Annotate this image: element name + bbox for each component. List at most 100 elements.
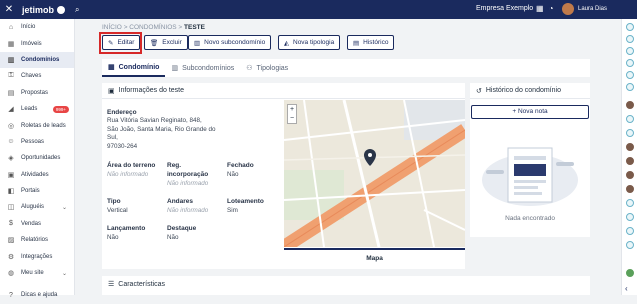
breadcrumb-section[interactable]: CONDOMÍNIOS xyxy=(129,24,176,31)
zoom-control: + − xyxy=(287,104,297,124)
address-label: Endereço xyxy=(107,109,137,116)
chevron-down-icon[interactable]: ⌄ xyxy=(62,270,67,277)
rail-contact-icon[interactable] xyxy=(626,35,634,43)
tab-tipologias[interactable]: ⚇ Tipologias xyxy=(240,59,294,77)
new-note-button[interactable]: + Nova nota xyxy=(471,105,589,119)
sidebar-item[interactable]: ? Dicas e ajuda xyxy=(0,287,74,303)
sidebar-item[interactable]: $ Vendas xyxy=(0,216,74,232)
rail-contact-icon[interactable] xyxy=(626,47,634,55)
breadcrumb-home[interactable]: INÍCIO xyxy=(102,24,122,31)
rail-contact-icon[interactable] xyxy=(626,213,634,221)
chart-icon: ▨ xyxy=(7,237,15,245)
sidebar-item[interactable]: ◎ Roletas de leads xyxy=(0,117,74,133)
history-card-title: Histórico do condomínio xyxy=(485,87,561,94)
grid-apps-icon[interactable]: ▦ xyxy=(536,4,544,13)
delete-button[interactable]: 🗑 Excluir xyxy=(144,35,188,50)
sidebar-item[interactable]: ▦ Imóveis xyxy=(0,35,74,51)
rail-avatar[interactable] xyxy=(626,157,634,165)
rail-contact-icon[interactable] xyxy=(626,227,634,235)
sidebar-item[interactable]: ◢ Leads 999+ xyxy=(0,101,74,117)
logo-text: jetimob xyxy=(22,4,55,15)
sidebar-item[interactable]: ◫ Aluguéis ⌄ xyxy=(0,199,74,215)
right-rail: ‹ xyxy=(621,19,637,295)
sidebar-item[interactable]: ▣ Atividades xyxy=(0,167,74,183)
type-label: Tipo xyxy=(107,198,121,205)
address-line: 97030-264 xyxy=(107,142,138,150)
map-canvas xyxy=(284,100,465,247)
calendar-icon: ▣ xyxy=(7,171,15,179)
features-card: ☰ Características xyxy=(102,276,590,295)
address-line: Sul, xyxy=(107,134,118,141)
reg-label: Reg. xyxy=(167,162,182,169)
rent-icon: ◫ xyxy=(7,204,15,212)
rail-contact-icon[interactable] xyxy=(626,199,634,207)
logo[interactable]: jetimob xyxy=(22,4,66,15)
key-icon: ⚿ xyxy=(8,72,14,80)
company-selector[interactable]: Empresa Exemplo xyxy=(476,5,533,12)
breadcrumb-separator: > xyxy=(178,24,183,31)
building-plus-icon: ▥ xyxy=(194,39,201,47)
sidebar-item[interactable]: ⚙ Integrações xyxy=(0,248,74,264)
map-tab[interactable]: Mapa xyxy=(284,248,465,268)
rail-contact-icon[interactable] xyxy=(626,129,634,137)
tab-bar: ▦ Condomínio ▥ Subcondomínios ⚇ Tipologias xyxy=(102,59,590,77)
breadcrumb-separator: > xyxy=(123,24,128,31)
search-icon[interactable]: ⌕ xyxy=(75,5,79,15)
rail-avatar[interactable] xyxy=(626,185,634,193)
highlight-box xyxy=(99,32,142,54)
rail-contact-icon[interactable] xyxy=(626,59,634,67)
new-typology-button[interactable]: ◭ Nova tipologia xyxy=(278,35,341,50)
info-card-title: Informações do teste xyxy=(118,87,184,94)
sidebar-item[interactable]: ▨ Relatórios xyxy=(0,232,74,248)
rail-avatar[interactable] xyxy=(626,101,634,109)
sidebar-item-label: Roletas de leads xyxy=(21,122,66,129)
sidebar: ⌂ Início ▦ Imóveis ▥ Condomínios ⚿ Chaves ▤ Propo… xyxy=(0,19,75,299)
delete-button-label: Excluir xyxy=(162,39,182,46)
building-icon: ▦ xyxy=(108,64,115,71)
sidebar-item[interactable]: ◍ Meu site ⌄ xyxy=(0,265,74,281)
sidebar-item-label: Início xyxy=(21,24,36,31)
count-badge: 999+ xyxy=(52,105,69,113)
sidebar-item[interactable]: ◧ Portais xyxy=(0,183,74,199)
sidebar-item-label: Aluguéis xyxy=(21,204,45,211)
tab-label: Condomínio xyxy=(118,63,160,71)
sidebar-item-label: Oportunidades xyxy=(21,155,61,162)
tab-condominio[interactable]: ▦ Condomínio xyxy=(102,59,166,77)
sidebar-item[interactable]: ▥ Condomínios xyxy=(0,51,74,69)
chevron-down-icon[interactable]: ⌄ xyxy=(62,204,67,211)
tab-subcondominios[interactable]: ▥ Subcondomínios xyxy=(165,59,240,77)
map-view[interactable] xyxy=(284,100,465,247)
type-value: Vertical xyxy=(107,207,128,214)
sidebar-item[interactable]: ▤ Propostas xyxy=(0,85,74,101)
collapse-rail-icon[interactable]: ‹ xyxy=(625,284,628,293)
features-card-header: ☰ Características xyxy=(102,276,590,292)
buildings-icon: ▥ xyxy=(171,65,179,72)
rail-avatar[interactable] xyxy=(626,171,634,179)
rail-chat-icon[interactable] xyxy=(626,269,634,277)
address-value: Rua Vitória Savian Reginato, 848, São Jo… xyxy=(107,117,227,151)
breadcrumb: INÍCIO > CONDOMÍNIOS > TESTE xyxy=(102,24,205,31)
sidebar-item[interactable]: ⌂ Início xyxy=(0,19,74,35)
sidebar-item[interactable]: ⚿ Chaves xyxy=(0,68,74,84)
building-icon: ▦ xyxy=(7,40,15,48)
new-subcondo-button[interactable]: ▥ Novo subcondomínio xyxy=(188,35,272,50)
rail-contact-icon[interactable] xyxy=(626,83,634,91)
rail-contact-icon[interactable] xyxy=(626,115,634,123)
roulette-icon: ◎ xyxy=(7,122,15,130)
close-menu-icon[interactable]: ✕ xyxy=(0,4,18,15)
zoom-in-button[interactable]: + xyxy=(288,105,296,114)
rail-contact-icon[interactable] xyxy=(626,241,634,249)
history-icon: ▤ xyxy=(353,39,360,47)
user-avatar[interactable] xyxy=(562,3,574,15)
user-name[interactable]: Laura Dias xyxy=(578,6,607,12)
new-subcondo-label: Novo subcondomínio xyxy=(204,39,266,46)
zoom-out-button[interactable]: − xyxy=(288,114,296,123)
rail-contact-icon[interactable] xyxy=(626,23,634,31)
bell-icon[interactable]: ◔ xyxy=(549,4,554,13)
sidebar-item[interactable]: ☺ Pessoas xyxy=(0,134,74,150)
rail-contact-icon[interactable] xyxy=(626,71,634,79)
history-button[interactable]: ▤ Histórico xyxy=(347,35,395,50)
rail-avatar[interactable] xyxy=(626,143,634,151)
sidebar-item[interactable]: ◈ Oportunidades xyxy=(0,150,74,166)
tab-label: Subcondomínios xyxy=(182,64,235,72)
